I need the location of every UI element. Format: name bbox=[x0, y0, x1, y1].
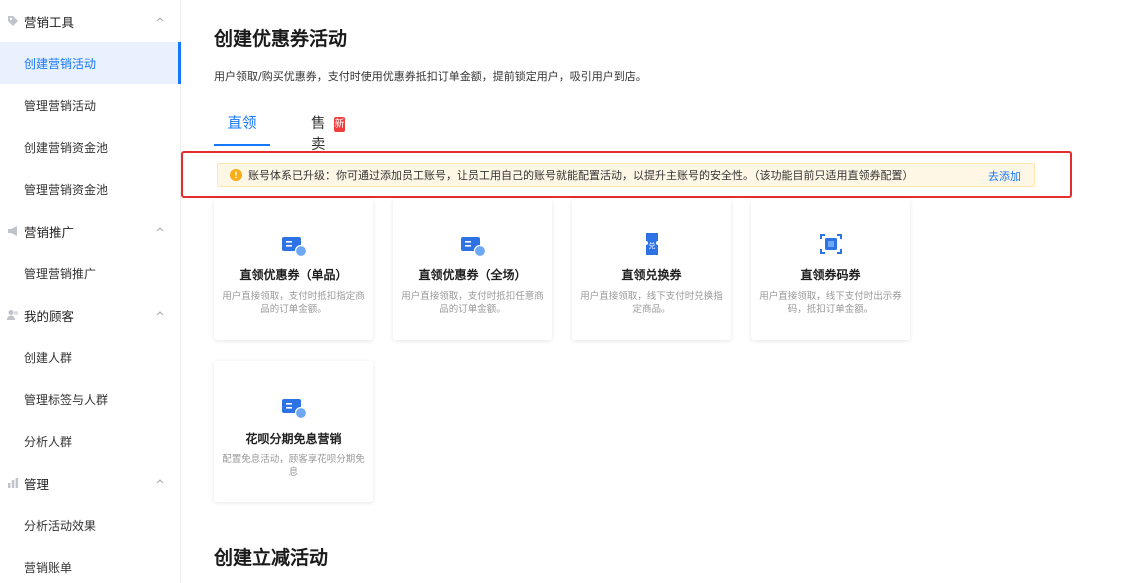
sidebar-item-billing[interactable]: 营销账单 bbox=[0, 546, 180, 583]
page-description: 用户领取/购买优惠券，支付时使用优惠券抵扣订单金额，提前锁定用户，吸引用户到店。 bbox=[214, 70, 647, 83]
sidebar-group-marketing-tools[interactable]: 营销工具 bbox=[0, 0, 180, 42]
card-description: 用户直接领取，支付时抵扣任意商品的订单金额。 bbox=[401, 291, 544, 315]
chevron-up-icon[interactable] bbox=[156, 15, 164, 23]
page-title: 创建优惠券活动 bbox=[214, 28, 348, 50]
sidebar-group-label: 营销推广 bbox=[24, 224, 75, 240]
main-content: 创建优惠券活动 用户领取/购买优惠券，支付时使用优惠券抵扣订单金额，提前锁定用户… bbox=[181, 0, 1125, 583]
sidebar-item-analyze-audience[interactable]: 分析人群 bbox=[0, 420, 180, 462]
section-title-instant-discount: 创建立减活动 bbox=[214, 547, 329, 569]
tab-sell[interactable]: 售卖 新 bbox=[311, 112, 345, 153]
tag-icon bbox=[8, 16, 18, 26]
card-title: 花呗分期免息营销 bbox=[245, 432, 342, 446]
chevron-up-icon[interactable] bbox=[156, 309, 164, 317]
notice-text: 账号体系已升级：你可通过添加员工账号，让员工用自己的账号就能配置活动，以提升主账… bbox=[248, 169, 914, 182]
sidebar-item-manage-fund-pool[interactable]: 管理营销资金池 bbox=[0, 168, 180, 210]
card-huabei-interest-free[interactable]: 花呗分期免息营销 配置免息活动，顾客享花呗分期免息 bbox=[214, 361, 373, 502]
svg-text:兑: 兑 bbox=[648, 241, 655, 250]
coupon-icon bbox=[281, 399, 307, 420]
sidebar-item-analyze-effect[interactable]: 分析活动效果 bbox=[0, 504, 180, 546]
bar-chart-icon bbox=[8, 478, 19, 488]
card-direct-coupon-all[interactable]: 直领优惠券（全场） 用户直接领取，支付时抵扣任意商品的订单金额。 bbox=[393, 199, 552, 340]
new-badge: 新 bbox=[334, 117, 345, 132]
sidebar-item-manage-tags[interactable]: 管理标签与人群 bbox=[0, 378, 180, 420]
sidebar-item-manage-campaign[interactable]: 管理营销活动 bbox=[0, 84, 180, 126]
card-title: 直领券码券 bbox=[800, 268, 861, 282]
sidebar-item-create-campaign[interactable]: 创建营销活动 bbox=[0, 42, 181, 84]
users-icon bbox=[7, 310, 18, 320]
tab-label: 售卖 bbox=[311, 116, 326, 153]
coupon-icon bbox=[281, 237, 307, 258]
sidebar-group-label: 我的顾客 bbox=[24, 308, 75, 324]
card-description: 用户直接领取，支付时抵扣指定商品的订单金额。 bbox=[222, 291, 365, 315]
sidebar-item-create-audience[interactable]: 创建人群 bbox=[0, 336, 180, 378]
coupon-icon bbox=[460, 237, 486, 258]
sidebar-group-manage[interactable]: 管理 bbox=[0, 462, 180, 504]
card-title: 直领兑换券 bbox=[621, 268, 682, 282]
card-description: 配置免息活动，顾客享花呗分期免息 bbox=[222, 454, 365, 478]
chevron-up-icon[interactable] bbox=[156, 225, 164, 233]
exchange-ticket-icon: 兑 bbox=[645, 233, 658, 255]
tab-active-indicator bbox=[214, 144, 270, 146]
card-description: 用户直接领取，线下支付时兑换指定商品。 bbox=[580, 291, 723, 315]
sidebar-group-label: 管理 bbox=[24, 476, 50, 492]
scan-code-icon bbox=[819, 234, 842, 254]
info-icon bbox=[230, 169, 242, 181]
notice-banner: 账号体系已升级：你可通过添加员工账号，让员工用自己的账号就能配置活动，以提升主账… bbox=[217, 163, 1035, 187]
sidebar-group-label: 营销工具 bbox=[24, 14, 75, 30]
card-direct-coupon-single[interactable]: 直领优惠券（单品） 用户直接领取，支付时抵扣指定商品的订单金额。 bbox=[214, 199, 373, 340]
megaphone-icon bbox=[8, 226, 17, 236]
sidebar: 营销工具 创建营销活动 管理营销活动 创建营销资金池 管理营销资金池 营销推广 … bbox=[0, 0, 181, 583]
tab-label: 直领 bbox=[227, 116, 257, 132]
sidebar-item-manage-promotion[interactable]: 管理营销推广 bbox=[0, 252, 180, 294]
card-direct-exchange-ticket[interactable]: 兑 直领兑换券 用户直接领取，线下支付时兑换指定商品。 bbox=[572, 199, 731, 340]
add-staff-link[interactable]: 去添加 bbox=[988, 168, 1021, 184]
card-direct-code-coupon[interactable]: 直领券码券 用户直接领取，线下支付时出示券码，抵扣订单金额。 bbox=[751, 199, 910, 340]
card-title: 直领优惠券（全场） bbox=[418, 268, 527, 282]
sidebar-item-create-fund-pool[interactable]: 创建营销资金池 bbox=[0, 126, 180, 168]
card-title: 直领优惠券（单品） bbox=[239, 268, 348, 282]
tab-direct[interactable]: 直领 bbox=[214, 112, 270, 146]
card-description: 用户直接领取，线下支付时出示券码，抵扣订单金额。 bbox=[759, 291, 902, 315]
sidebar-group-promotion[interactable]: 营销推广 bbox=[0, 210, 180, 252]
chevron-up-icon[interactable] bbox=[156, 477, 164, 485]
sidebar-group-customers[interactable]: 我的顾客 bbox=[0, 294, 180, 336]
